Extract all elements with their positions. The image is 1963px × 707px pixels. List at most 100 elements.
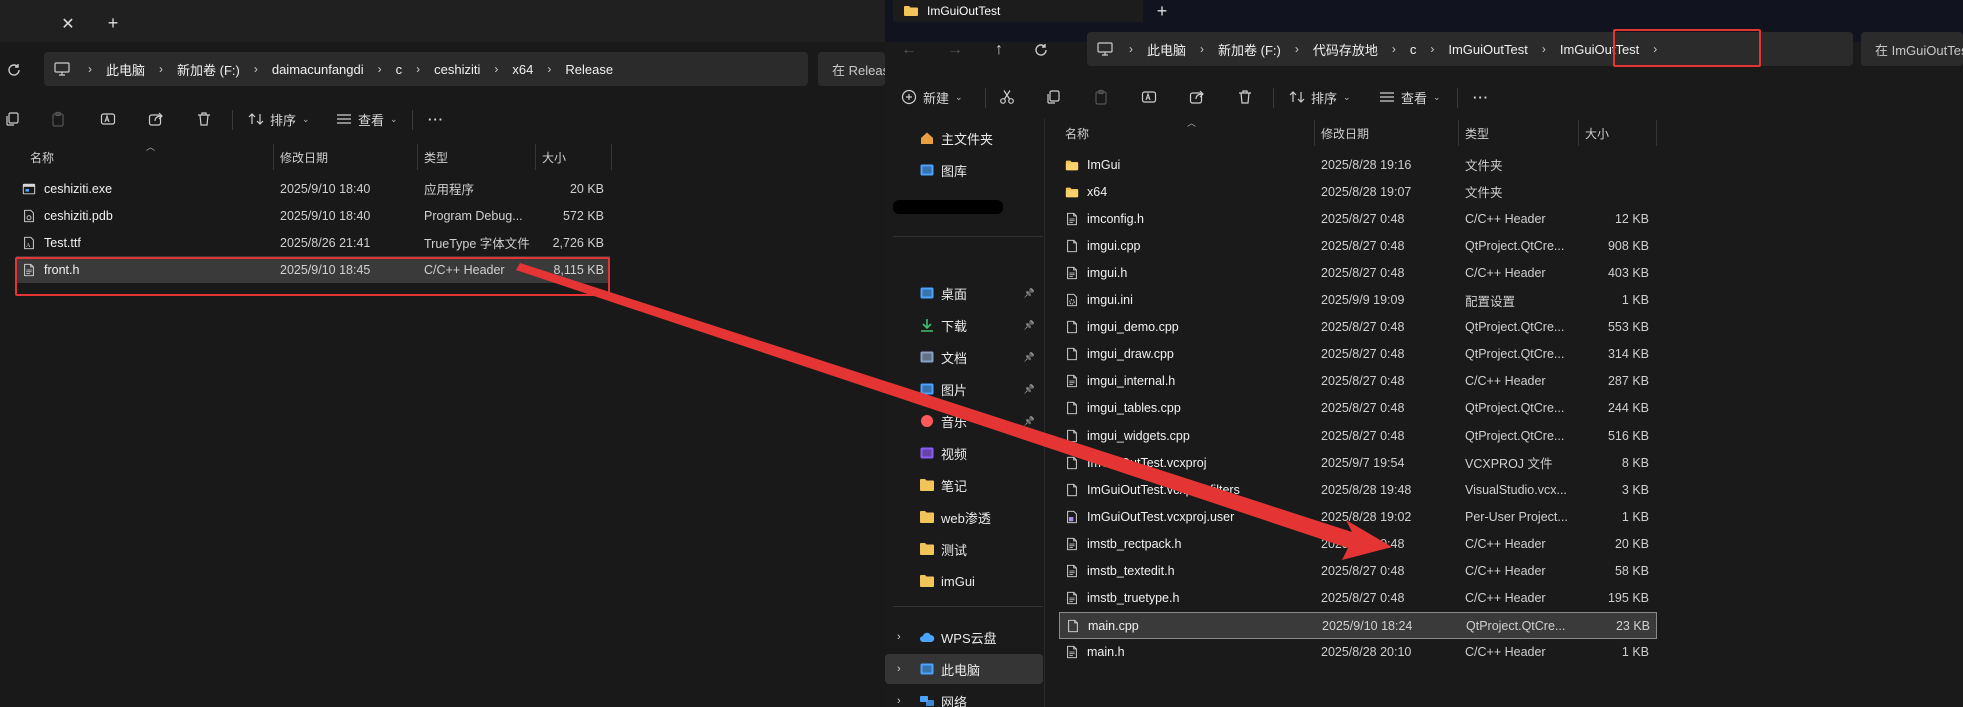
column-header-date[interactable]: 修改日期	[1315, 120, 1459, 146]
search-input[interactable]: 在 Release 中搜索	[818, 52, 885, 86]
tab-imguiouttest[interactable]: ImGuiOutTest	[893, 0, 1143, 22]
breadcrumb-item[interactable]: 新加卷 (F:)	[1218, 40, 1281, 59]
sort-button[interactable]: 排序 ⌄	[248, 104, 310, 134]
chevron-right-icon[interactable]: ›	[254, 62, 258, 76]
breadcrumb-item[interactable]: daimacunfangdi	[272, 62, 364, 77]
nav-item[interactable]: › 网络	[885, 686, 1043, 707]
file-row[interactable]: imgui.cpp 2025/8/27 0:48 QtProject.QtCre..…	[1059, 232, 1657, 259]
breadcrumb-item[interactable]: 此电脑	[1147, 40, 1186, 59]
nav-item[interactable]: 图库	[885, 155, 1043, 185]
column-header-date[interactable]: 修改日期	[274, 144, 418, 170]
more-options-button[interactable]: ···	[428, 104, 444, 134]
breadcrumb-item[interactable]: ceshiziti	[434, 62, 480, 77]
chevron-right-icon[interactable]: ›	[416, 62, 420, 76]
file-row[interactable]: ceshiziti.pdb 2025/9/10 18:40 Program Debu…	[16, 202, 610, 229]
paste-button[interactable]	[1093, 82, 1109, 112]
breadcrumb-item[interactable]: 代码存放地	[1313, 40, 1378, 59]
chevron-right-icon[interactable]: ›	[1542, 42, 1546, 56]
pin-icon[interactable]: 📌	[1024, 384, 1035, 395]
chevron-right-icon[interactable]: ›	[897, 695, 901, 707]
nav-item[interactable]: 桌面 📌	[885, 278, 1043, 308]
file-row[interactable]: imstb_textedit.h 2025/8/27 0:48 C/C++ Head…	[1059, 558, 1657, 585]
chevron-right-icon[interactable]: ›	[897, 631, 901, 643]
breadcrumb-item[interactable]: 此电脑	[106, 60, 145, 79]
chevron-right-icon[interactable]: ›	[1129, 42, 1133, 56]
new-item-button[interactable]: 新建 ⌄	[901, 82, 963, 112]
search-input[interactable]: 在 ImGuiOutTest 中搜索	[1861, 32, 1963, 66]
nav-item[interactable]: imGui	[885, 566, 1043, 596]
delete-button[interactable]	[196, 104, 212, 134]
up-button[interactable]: ↑	[985, 36, 1013, 64]
chevron-right-icon[interactable]: ›	[1200, 42, 1204, 56]
file-row[interactable]: imgui_tables.cpp 2025/8/27 0:48 QtProject.…	[1059, 395, 1657, 422]
file-row[interactable]: ImGuiOutTest.vcxproj.filters 2025/8/28 19…	[1059, 476, 1657, 503]
file-row[interactable]: imstb_truetype.h 2025/8/27 0:48 C/C++ Head…	[1059, 585, 1657, 612]
pin-icon[interactable]: 📌	[1024, 320, 1035, 331]
rename-button[interactable]	[100, 104, 116, 134]
view-button[interactable]: 查看 ⌄	[1379, 82, 1441, 112]
delete-button[interactable]	[1237, 82, 1253, 112]
file-row[interactable]: A Test.ttf 2025/8/26 21:41 TrueType 字体文件 2,7…	[16, 229, 610, 256]
breadcrumb-item[interactable]: c	[396, 62, 403, 77]
chevron-right-icon[interactable]: ›	[897, 663, 901, 675]
nav-item[interactable]: 视频	[885, 438, 1043, 468]
share-button[interactable]	[148, 104, 164, 134]
breadcrumb[interactable]: › 此电脑 › 新加卷 (F:) › daimacunfangdi › c › …	[44, 52, 808, 86]
new-tab-button[interactable]: +	[1149, 0, 1175, 22]
nav-item[interactable]: › 此电脑	[885, 654, 1043, 684]
file-row[interactable]: imgui_draw.cpp 2025/8/27 0:48 QtProject.Qt…	[1059, 341, 1657, 368]
pin-icon[interactable]: 📌	[1024, 416, 1035, 427]
chevron-right-icon[interactable]: ›	[1295, 42, 1299, 56]
sort-button[interactable]: 排序 ⌄	[1289, 82, 1351, 112]
nav-item[interactable]: 文档 📌	[885, 342, 1043, 372]
file-row[interactable]: ceshiziti.exe 2025/9/10 18:40 应用程序 20 KB	[16, 175, 610, 202]
nav-item[interactable]: 主文件夹	[885, 123, 1043, 153]
nav-item[interactable]: 音乐 📌	[885, 406, 1043, 436]
nav-item[interactable]: 笔记	[885, 470, 1043, 500]
refresh-button[interactable]	[1027, 36, 1055, 64]
chevron-right-icon[interactable]: ›	[88, 62, 92, 76]
view-button[interactable]: 查看 ⌄	[336, 104, 398, 134]
paste-button[interactable]	[50, 104, 66, 134]
chevron-right-icon[interactable]: ›	[1430, 42, 1434, 56]
forward-button[interactable]: →	[941, 36, 969, 64]
file-row[interactable]: imgui_widgets.cpp 2025/8/27 0:48 QtProject…	[1059, 422, 1657, 449]
file-row[interactable]: x64 2025/8/28 19:07 文件夹	[1059, 178, 1657, 205]
pin-icon[interactable]: 📌	[1024, 288, 1035, 299]
file-row[interactable]: imgui_demo.cpp 2025/8/27 0:48 QtProject.Qt…	[1059, 314, 1657, 341]
copy-button[interactable]	[4, 104, 20, 134]
file-row[interactable]: imgui.ini 2025/9/9 19:09 配置设置 1 KB	[1059, 287, 1657, 314]
nav-item[interactable]: 测试	[885, 534, 1043, 564]
file-row[interactable]: imgui_internal.h 2025/8/27 0:48 C/C++ Head…	[1059, 368, 1657, 395]
breadcrumb-item[interactable]: Release	[565, 62, 613, 77]
column-header-size[interactable]: 大小	[536, 144, 612, 170]
chevron-right-icon[interactable]: ›	[1392, 42, 1396, 56]
file-row[interactable]: main.h 2025/8/28 20:10 C/C++ Header 1 KB	[1059, 639, 1657, 666]
chevron-right-icon[interactable]: ›	[159, 62, 163, 76]
nav-item[interactable]: 下载 📌	[885, 310, 1043, 340]
close-tab-button[interactable]: ✕	[58, 14, 78, 34]
breadcrumb-item[interactable]: 新加卷 (F:)	[177, 60, 240, 79]
file-row[interactable]: main.cpp 2025/9/10 18:24 QtProject.QtCre..…	[1059, 611, 1657, 639]
nav-item[interactable]: web渗透	[885, 502, 1043, 532]
column-header-type[interactable]: 类型	[418, 144, 536, 170]
chevron-right-icon[interactable]: ›	[378, 62, 382, 76]
file-row[interactable]: ImGui 2025/8/28 19:16 文件夹	[1059, 151, 1657, 178]
refresh-button[interactable]	[0, 56, 28, 84]
cut-button[interactable]	[999, 82, 1015, 112]
column-header-type[interactable]: 类型	[1459, 120, 1579, 146]
back-button[interactable]: ←	[895, 36, 923, 64]
copy-button[interactable]	[1045, 82, 1061, 112]
chevron-right-icon[interactable]: ›	[547, 62, 551, 76]
file-row[interactable]: imconfig.h 2025/8/27 0:48 C/C++ Header 12 K…	[1059, 205, 1657, 232]
chevron-right-icon[interactable]: ›	[494, 62, 498, 76]
breadcrumb-item[interactable]: ImGuiOutTest	[1448, 42, 1527, 57]
file-row[interactable]: ImGuiOutTest.vcxproj.user 2025/8/28 19:02…	[1059, 503, 1657, 530]
pin-icon[interactable]: 📌	[1024, 352, 1035, 363]
breadcrumb-item[interactable]: c	[1410, 42, 1417, 57]
share-button[interactable]	[1189, 82, 1205, 112]
more-options-button[interactable]: ···	[1473, 82, 1489, 112]
column-header-size[interactable]: 大小	[1579, 120, 1657, 146]
breadcrumb-item[interactable]: x64	[512, 62, 533, 77]
file-row[interactable]: imstb_rectpack.h 2025/8/27 0:48 C/C++ Head…	[1059, 530, 1657, 557]
